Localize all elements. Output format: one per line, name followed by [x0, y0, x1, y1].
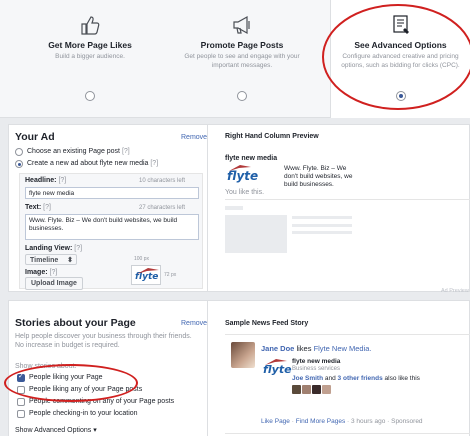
image-label: Image: [?]	[25, 269, 58, 276]
story-category: Business services	[292, 366, 341, 372]
divider	[225, 433, 470, 434]
placeholder-line	[292, 224, 352, 227]
objective-page-posts[interactable]: Promote Page Posts Get people to see and…	[172, 0, 312, 118]
preview-page-name[interactable]: flyte new media	[225, 155, 277, 162]
objective-desc: Get people to see and engage with your i…	[184, 53, 300, 69]
stories-title: Stories about your Page	[15, 317, 136, 329]
objective-desc: Configure advanced creative and pricing …	[341, 53, 460, 69]
landing-view-label: Landing View: [?]	[25, 245, 83, 252]
placeholder-image	[225, 215, 287, 253]
show-stories-label: Show stories about:	[15, 363, 77, 370]
divider	[225, 199, 470, 200]
option-liking-posts: People liking any of your Page posts	[29, 386, 143, 393]
option-check-in: People checking-in to your location	[29, 410, 138, 417]
sample-story-title: Sample News Feed Story	[225, 320, 309, 327]
ad-preview-label: Ad Preview	[441, 288, 469, 294]
objective-page-likes[interactable]: Get More Page Likes Build a bigger audie…	[20, 0, 160, 118]
option-liking-page: People liking your Page	[29, 374, 103, 381]
story-friends: Joe Smith and 3 other friends also like …	[292, 375, 420, 382]
upload-image-button[interactable]: Upload Image	[25, 277, 83, 290]
panel-divider	[207, 301, 208, 436]
objective-title: Get More Page Likes	[48, 40, 132, 50]
image-thumbnail: flyte	[131, 265, 161, 285]
flyte-logo: flyte	[227, 165, 258, 183]
placeholder-bar	[225, 206, 243, 210]
placeholder-line	[292, 216, 352, 219]
preview-ad-text: Www. Flyte. Biz – We don't build website…	[284, 165, 353, 188]
flyte-logo: flyte	[263, 359, 292, 376]
image-width-dim: 100 px	[134, 256, 150, 262]
objective-radio[interactable]	[237, 91, 247, 101]
thumbs-up-icon	[81, 16, 100, 35]
objective-title: Promote Page Posts	[200, 40, 284, 50]
wing-icon	[137, 268, 159, 274]
option-new-label: Create a new ad about flyte new media [?…	[27, 160, 159, 167]
wing-icon	[265, 359, 287, 365]
radio-existing-post[interactable]	[15, 148, 23, 156]
option-commenting: People commenting on any of your Page po…	[29, 398, 175, 405]
checkbox-liking-page[interactable]	[17, 372, 25, 382]
objective-title: See Advanced Options	[354, 40, 447, 50]
story-footer: Like Page · Find More Pages · 3 hours ag…	[261, 418, 423, 425]
checkbox-check-in[interactable]	[17, 410, 25, 418]
text-textarea[interactable]: Www. Flyte. Biz – We don't build website…	[25, 214, 199, 240]
objective-radio[interactable]	[85, 91, 95, 101]
headline-input[interactable]: flyte new media	[25, 187, 199, 199]
option-existing-label: Choose an existing Page post [?]	[27, 148, 130, 155]
panel-divider	[207, 125, 208, 291]
headline-label: Headline: [?]	[25, 177, 67, 184]
avatar[interactable]	[231, 342, 255, 368]
preview-you-like: You like this.	[225, 189, 265, 196]
stories-panel: Stories about your Page Remove Help peop…	[8, 300, 470, 436]
objective-strip: Get More Page Likes Build a bigger audie…	[0, 0, 470, 118]
remove-link[interactable]: Remove	[181, 134, 207, 141]
show-advanced-options-link[interactable]: Show Advanced Options ▾	[15, 426, 97, 434]
objective-advanced[interactable]: See Advanced Options Configure advanced …	[330, 0, 470, 118]
checkbox-liking-posts[interactable]	[17, 386, 25, 394]
story-page-name[interactable]: flyte new media	[292, 358, 340, 365]
image-height-dim: 72 px	[164, 272, 177, 278]
objective-radio[interactable]	[395, 91, 406, 101]
placeholder-line	[292, 231, 352, 234]
text-label: Text: [?]	[25, 204, 51, 211]
landing-view-select[interactable]: Timeline ⬍	[25, 254, 77, 265]
friend-avatar[interactable]	[292, 385, 301, 394]
friend-avatar[interactable]	[322, 385, 331, 394]
your-ad-panel: Your Ad Remove Choose an existing Page p…	[8, 124, 470, 294]
megaphone-icon	[233, 15, 250, 35]
chevron-down-icon: ⬍	[67, 257, 73, 264]
text-chars-left: 27 characters left	[139, 205, 186, 211]
stories-desc: Help people discover your business throu…	[15, 333, 192, 349]
remove-link[interactable]: Remove	[181, 320, 207, 327]
advanced-options-icon	[392, 15, 409, 34]
objective-desc: Build a bigger audience.	[55, 53, 125, 60]
your-ad-title: Your Ad	[15, 131, 55, 143]
headline-chars-left: 10 characters left	[139, 178, 186, 184]
radio-new-ad[interactable]	[15, 160, 23, 168]
right-col-preview-title: Right Hand Column Preview	[225, 133, 319, 140]
checkbox-commenting[interactable]	[17, 398, 25, 406]
story-headline: Jane Doe likes Flyte New Media.	[261, 344, 372, 353]
friend-avatar[interactable]	[302, 385, 311, 394]
flyte-logo: flyte	[135, 268, 159, 282]
wing-icon	[229, 165, 251, 171]
friend-avatar[interactable]	[312, 385, 321, 394]
divider	[225, 334, 470, 335]
